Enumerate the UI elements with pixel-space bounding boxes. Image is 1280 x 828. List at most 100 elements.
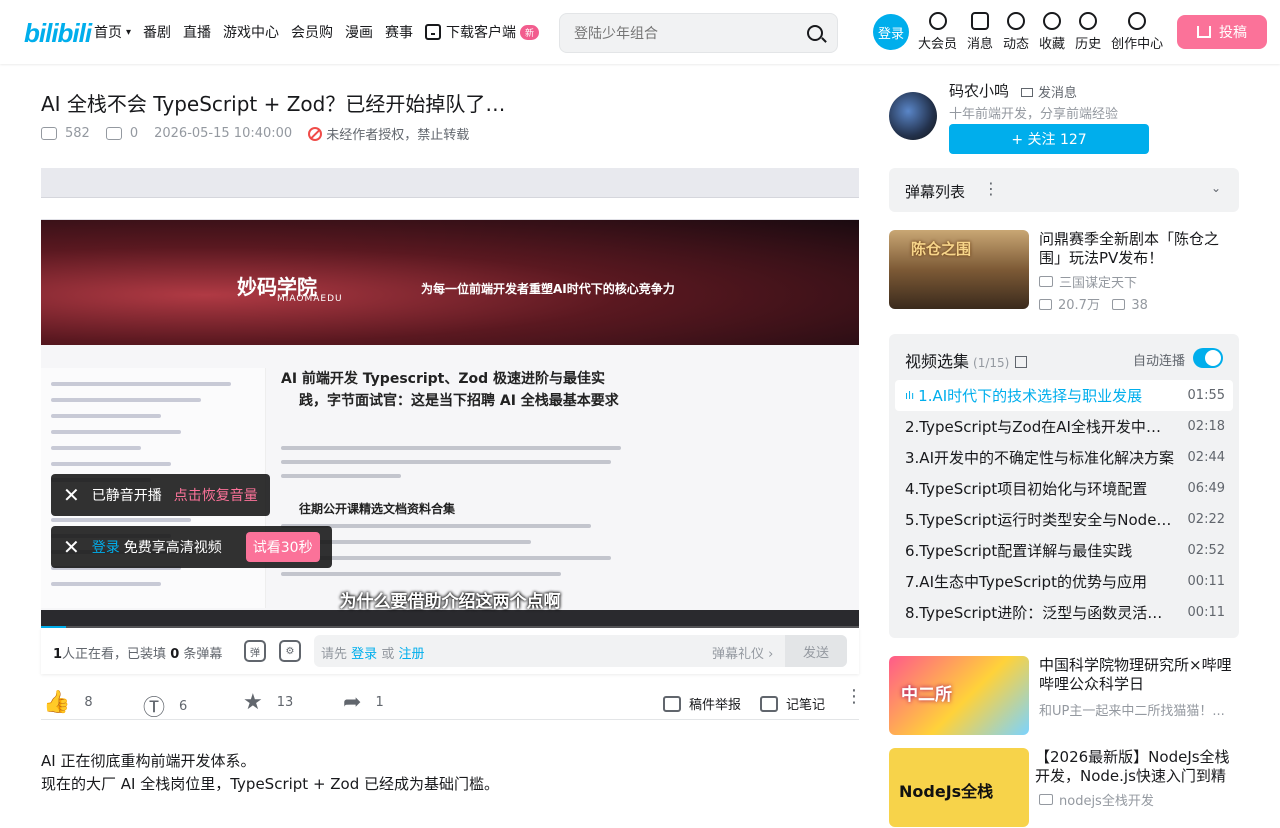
main-nav: 首页 ▾ 番剧 直播 游戏中心 会员购 漫画 赛事 下载客户端 新 — [94, 0, 551, 64]
playlist-item[interactable]: 4.TypeScript项目初始化与环境配置 06:49 — [895, 473, 1233, 504]
recommend-owner: 三国谋定天下 — [1039, 272, 1137, 291]
nav-mall[interactable]: 会员购 — [291, 22, 333, 42]
hd-login-toast: ✕ 登录 免费享高清视频 试看30秒 — [51, 526, 332, 568]
playlist-item[interactable]: 6.TypeScript配置详解与最佳实践 02:52 — [895, 535, 1233, 566]
share-icon: ➦ — [343, 690, 362, 715]
creator-icon — [1128, 12, 1147, 30]
playlist-item[interactable]: 5.TypeScript运行时类型安全与Node.js集成 02:22 — [895, 504, 1233, 535]
playlist-item-duration: 02:18 — [1187, 419, 1225, 434]
danmaku-login-link[interactable]: 登录 — [351, 647, 377, 662]
upload-button[interactable]: 投稿 — [1177, 15, 1267, 49]
more-icon[interactable]: ⋮ — [845, 688, 863, 706]
playlist-item-duration: 00:11 — [1187, 605, 1225, 620]
search-input[interactable] — [574, 23, 794, 45]
playlist-header: 视频选集 (1/15) — [905, 348, 1028, 372]
playlist-items: ılı 1.AI时代下的技术选择与职业发展 01:55 2.TypeScript与Z… — [895, 380, 1233, 628]
nav-vip[interactable]: 大会员 — [918, 12, 957, 52]
follow-button[interactable]: + 关注 127 — [949, 124, 1149, 154]
share-button[interactable]: ➦ 1 — [343, 690, 384, 715]
danmaku-register-link[interactable]: 注册 — [398, 647, 424, 662]
video-subtitle: 为什么要借助介绍这两个点啊 — [339, 592, 561, 612]
bilibili-logo[interactable]: bilibili — [24, 18, 92, 49]
playing-icon: ılı — [905, 389, 915, 402]
warning-icon — [663, 695, 681, 712]
nav-favorite-label: 收藏 — [1039, 37, 1066, 52]
frame-tabbar — [41, 198, 859, 220]
like-count: 8 — [84, 695, 93, 710]
nav-dynamic[interactable]: 动态 — [1003, 12, 1029, 52]
upload-label: 投稿 — [1219, 25, 1247, 41]
danmaku-settings-icon[interactable]: ⚙ — [279, 640, 301, 662]
favorite-button[interactable]: ★ 13 — [243, 690, 293, 715]
chevron-down-icon[interactable]: ⌄ — [1211, 181, 1221, 195]
video-meta: 582 0 2026-05-15 10:40:00 未经作者授权，禁止转载 — [41, 124, 501, 143]
danmaku-prefix: 请先 — [321, 647, 348, 662]
uploader-name[interactable]: 码农小鸣 — [949, 80, 1009, 101]
recommend-card[interactable]: 中二所 中国科学院物理研究所×哔哩哔哩公众科学日 和UP主一起来中二所找猫猫！.… — [889, 656, 1239, 736]
report-label: 稿件举报 — [689, 698, 742, 713]
loaded-text: 条弹幕 — [183, 647, 223, 662]
login-button[interactable]: 登录 — [873, 14, 909, 50]
nav-live[interactable]: 直播 — [183, 22, 211, 42]
send-message-link[interactable]: 发消息 — [1021, 82, 1077, 101]
autoplay-toggle[interactable] — [1193, 348, 1223, 368]
video-player[interactable]: 妙码学院 MIAOMAEDU 为每一位前端开发者重塑AI时代下的核心竞争力 AI… — [41, 168, 859, 628]
recommend-owner-name: nodejs全栈开发 — [1059, 794, 1154, 809]
playlist-item-title: 5.TypeScript运行时类型安全与Node.js集成 — [905, 511, 1175, 529]
report-button[interactable]: 稿件举报 — [663, 694, 741, 713]
toast-login-link[interactable]: 登录 — [92, 537, 120, 557]
recommend-card[interactable]: NodeJs全栈 【2026最新版】NodeJs全栈开发，Node.js快速入门… — [889, 748, 1239, 828]
frame-doc-heading-line1: AI 前端开发 Typescript、Zod 极速进阶与最佳实 — [281, 371, 606, 387]
nav-creator-center[interactable]: 创作中心 — [1111, 12, 1163, 52]
nav-message-label: 消息 — [967, 37, 994, 52]
uploader-avatar[interactable] — [889, 92, 937, 140]
close-icon[interactable]: ✕ — [63, 535, 80, 559]
description-line: AI 正在彻底重构前端开发体系。 — [41, 752, 256, 770]
like-button[interactable]: 👍 8 — [43, 690, 93, 715]
danmaku-list-panel[interactable]: 弹幕列表 ⋮ ⌄ — [889, 168, 1239, 212]
playlist-item[interactable]: 3.AI开发中的不确定性与标准化解决方案 02:44 — [895, 442, 1233, 473]
description-line: 现在的大厂 AI 全栈岗位里，TypeScript + Zod 已经成为基础门槛… — [41, 775, 500, 793]
nav-favorite[interactable]: 收藏 — [1039, 12, 1065, 52]
new-badge: 新 — [520, 24, 540, 40]
send-message-label: 发消息 — [1038, 86, 1078, 101]
coin-button[interactable]: Ⓣ 6 — [143, 690, 187, 722]
playlist-item-duration: 02:44 — [1187, 450, 1225, 465]
danmaku-input[interactable]: 请先 登录 或 注册 弹幕礼仪 › 发送 — [314, 635, 847, 667]
danmaku-etiquette-link[interactable]: 弹幕礼仪 › — [712, 643, 773, 662]
nav-history[interactable]: 历史 — [1075, 12, 1101, 52]
nav-home[interactable]: 首页 ▾ — [94, 22, 131, 42]
autoplay-label: 自动连播 — [1133, 354, 1186, 369]
more-icon[interactable]: ⋮ — [983, 179, 999, 198]
play-count-icon — [1039, 299, 1052, 310]
list-icon[interactable] — [1015, 356, 1028, 368]
close-icon[interactable]: ✕ — [63, 483, 80, 507]
trial-button[interactable]: 试看30秒 — [245, 532, 320, 562]
danmaku-toggle-icon[interactable]: 弹 — [244, 640, 266, 662]
playlist-item-duration: 06:49 — [1187, 481, 1225, 496]
notes-button[interactable]: 记笔记 — [760, 694, 825, 713]
danmaku-count-icon — [105, 127, 122, 140]
nav-creator-label: 创作中心 — [1111, 37, 1164, 52]
danmaku-send-button[interactable]: 发送 — [785, 635, 847, 667]
playlist-item[interactable]: ılı 1.AI时代下的技术选择与职业发展 01:55 — [895, 380, 1233, 411]
nav-game-center[interactable]: 游戏中心 — [223, 22, 279, 42]
search-icon[interactable] — [807, 25, 823, 41]
danmaku-input-placeholder: 请先 登录 或 注册 — [321, 643, 424, 662]
recommend-card[interactable]: 陈仓之围 问鼎赛季全新剧本「陈仓之围」玩法PV发布！ 三国谋定天下 20.7万 … — [889, 230, 1239, 313]
restore-volume-link[interactable]: 点击恢复音量 — [174, 485, 258, 505]
recommend-thumbnail: 中二所 — [889, 656, 1029, 735]
notes-label: 记笔记 — [786, 698, 826, 713]
nav-download-client[interactable]: 下载客户端 新 — [425, 22, 540, 42]
playlist-item[interactable]: 2.TypeScript与Zod在AI全栈开发中的应用 02:18 — [895, 411, 1233, 442]
nav-manga[interactable]: 漫画 — [345, 22, 373, 42]
coin-icon: Ⓣ — [143, 696, 166, 721]
copyright-text: 未经作者授权，禁止转载 — [326, 128, 470, 143]
nav-message[interactable]: 消息 — [967, 12, 993, 52]
coin-count: 6 — [179, 698, 188, 714]
nav-esports[interactable]: 赛事 — [385, 22, 413, 42]
recommend-stats: 20.7万 38 — [1039, 294, 1148, 313]
playlist-item[interactable]: 7.AI生态中TypeScript的优势与应用 00:11 — [895, 566, 1233, 597]
playlist-item[interactable]: 8.TypeScript进阶：泛型与函数灵活定义 00:11 — [895, 597, 1233, 628]
nav-anime[interactable]: 番剧 — [143, 22, 171, 42]
